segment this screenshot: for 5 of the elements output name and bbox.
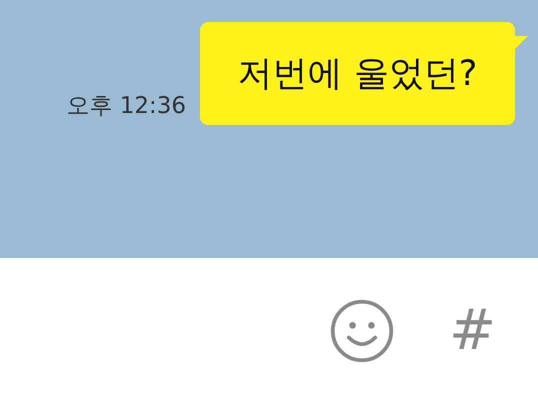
bubble-tail (515, 36, 528, 49)
message-bubble: 저번에 울었던? (200, 22, 515, 125)
emoji-icon[interactable] (329, 298, 396, 364)
hashtag-button[interactable]: # (449, 303, 496, 359)
message-time: 오후 12:36 (66, 92, 186, 121)
